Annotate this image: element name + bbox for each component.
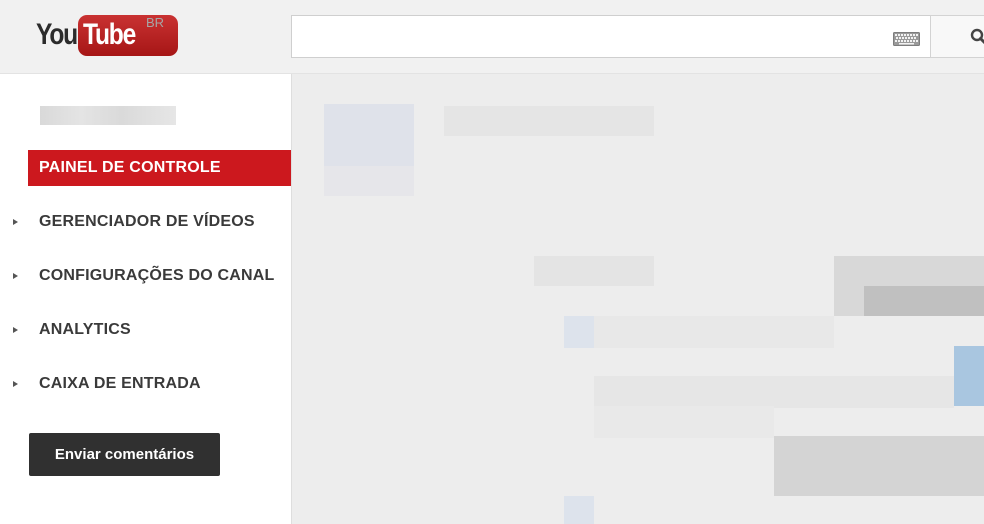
search-button[interactable] xyxy=(930,15,984,58)
logo-tube-text: Tube xyxy=(83,18,136,51)
logo-you-text: You xyxy=(36,18,78,51)
sidebar-item-label: ANALYTICS xyxy=(39,321,131,338)
expand-arrow-icon[interactable] xyxy=(13,381,18,387)
sidebar-item-analytics[interactable]: ANALYTICS xyxy=(28,312,291,348)
sidebar-item-gerenciador-de-videos[interactable]: GERENCIADOR DE VÍDEOS xyxy=(28,204,291,240)
blurred-blue-block xyxy=(954,346,984,406)
expand-arrow-icon[interactable] xyxy=(13,219,18,225)
blurred-row-dark xyxy=(774,436,984,496)
blurred-avatar-inner xyxy=(324,104,414,166)
logo-region-label: BR xyxy=(146,15,165,30)
sidebar-item-label: GERENCIADOR DE VÍDEOS xyxy=(39,213,255,230)
sidebar-item-caixa-de-entrada[interactable]: CAIXA DE ENTRADA xyxy=(28,366,291,402)
expand-arrow-icon[interactable] xyxy=(13,273,18,279)
sidebar-item-label: PAINEL DE CONTROLE xyxy=(39,159,221,176)
main-content-blurred xyxy=(292,74,984,524)
search-icon xyxy=(970,28,984,45)
expand-arrow-icon[interactable] xyxy=(13,327,18,333)
blurred-row xyxy=(564,316,834,348)
blurred-thumb-dark xyxy=(864,286,984,316)
search-input[interactable] xyxy=(291,15,931,58)
sidebar-item-painel-de-controle[interactable]: PAINEL DE CONTROLE xyxy=(28,150,291,186)
blurred-row-accent xyxy=(564,496,594,524)
sidebar-item-label: CAIXA DE ENTRADA xyxy=(39,375,201,392)
blurred-row xyxy=(594,406,774,438)
send-feedback-button[interactable]: Enviar comentários xyxy=(29,433,220,476)
masthead: You Tube BR xyxy=(0,0,984,74)
blurred-title xyxy=(444,106,654,136)
blurred-row xyxy=(594,376,954,408)
sidebar-item-label: CONFIGURAÇÕES DO CANAL xyxy=(39,267,275,284)
blurred-line xyxy=(534,256,654,286)
channel-name-blurred xyxy=(40,106,176,125)
sidebar: PAINEL DE CONTROLE GERENCIADOR DE VÍDEOS… xyxy=(0,74,292,524)
sidebar-item-configuracoes-do-canal[interactable]: CONFIGURAÇÕES DO CANAL xyxy=(28,258,291,294)
blurred-row-accent xyxy=(564,316,594,348)
keyboard-icon[interactable] xyxy=(893,32,920,46)
